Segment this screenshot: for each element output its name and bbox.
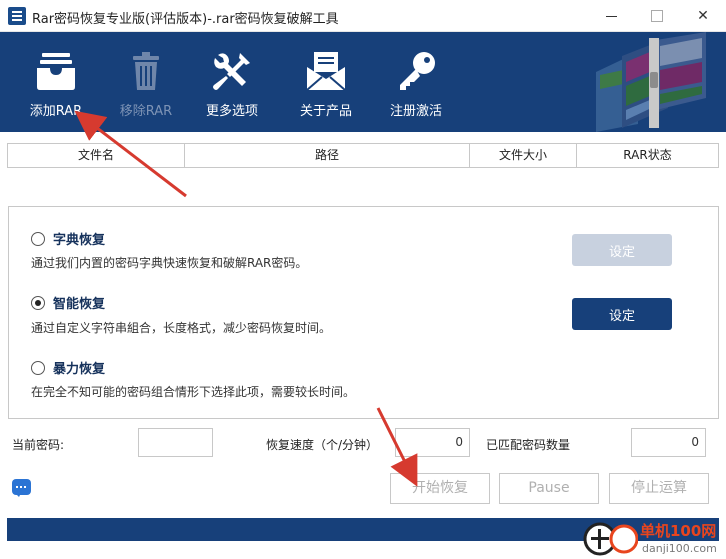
smart-recovery-title: 智能恢复	[53, 297, 106, 312]
recovery-speed-label: 恢复速度（个/分钟）	[266, 438, 379, 452]
remove-rar-label: 移除RAR	[119, 104, 173, 119]
envelope-icon	[303, 48, 349, 94]
register-activate-label: 注册激活	[389, 104, 442, 119]
recovery-options-panel: 字典恢复 通过我们内置的密码字典快速恢复和破解RAR密码。 设定 智能恢复 通过…	[8, 206, 719, 419]
file-table-header: 文件名 路径 文件大小 RAR状态	[7, 143, 719, 168]
inbox-tray-icon	[33, 48, 79, 94]
more-options-button[interactable]: 更多选项	[196, 32, 268, 132]
brute-force-recovery-option[interactable]: 暴力恢复	[31, 358, 105, 377]
app-icon	[8, 7, 26, 25]
recovery-speed-field: 0	[395, 428, 470, 457]
about-product-label: 关于产品	[299, 104, 352, 119]
current-password-label: 当前密码:	[12, 438, 65, 452]
start-recovery-button[interactable]: 开始恢复	[390, 473, 490, 504]
about-product-button[interactable]: 关于产品	[290, 32, 362, 132]
toolbar: 添加RAR 移除RAR 更多选项 关于产品 注册激活	[0, 32, 726, 132]
dictionary-recovery-description: 通过我们内置的密码字典快速恢复和破解RAR密码。	[31, 256, 308, 270]
more-options-label: 更多选项	[205, 104, 258, 119]
brute-force-recovery-radio[interactable]	[31, 360, 45, 375]
smart-recovery-radio[interactable]	[31, 295, 45, 310]
window-title: Rar密码恢复专业版(评估版本)-.rar密码恢复破解工具	[32, 12, 339, 27]
add-rar-label: 添加RAR	[29, 104, 83, 119]
pause-button[interactable]: Pause	[499, 473, 599, 504]
column-path[interactable]: 路径	[185, 144, 470, 167]
current-password-field	[138, 428, 213, 457]
add-rar-button[interactable]: 添加RAR	[20, 32, 92, 132]
winrar-books-icon	[586, 32, 726, 132]
site-watermark: 单机100网 danji100.com	[580, 518, 726, 559]
column-file-name[interactable]: 文件名	[8, 144, 185, 167]
key-icon	[393, 48, 439, 94]
chat-bubble-icon[interactable]	[12, 479, 31, 497]
trash-icon	[123, 48, 169, 94]
watermark-site-name: 单机100网	[640, 522, 717, 540]
dictionary-recovery-option[interactable]: 字典恢复	[31, 229, 105, 248]
brute-force-recovery-description: 在完全不知可能的密码组合情形下选择此项，需要较长时间。	[31, 385, 356, 399]
dictionary-recovery-radio[interactable]	[31, 231, 45, 246]
close-button[interactable]: ✕	[680, 0, 726, 32]
smart-recovery-option[interactable]: 智能恢复	[31, 293, 105, 312]
dictionary-recovery-title: 字典恢复	[53, 233, 106, 248]
remove-rar-button[interactable]: 移除RAR	[110, 32, 182, 132]
dictionary-settings-button[interactable]: 设定	[572, 234, 672, 266]
brute-force-recovery-title: 暴力恢复	[53, 362, 106, 377]
minimize-button[interactable]	[588, 0, 634, 32]
watermark-logo	[583, 522, 638, 556]
column-rar-status[interactable]: RAR状态	[577, 144, 718, 167]
smart-settings-button[interactable]: 设定	[572, 298, 672, 330]
matched-count-field: 0	[631, 428, 706, 457]
tools-icon	[209, 48, 255, 94]
watermark-domain: danji100.com	[642, 542, 717, 555]
maximize-button[interactable]	[634, 0, 680, 32]
smart-recovery-description: 通过自定义字符串組合，长度格式，减少密码恢复时间。	[31, 321, 332, 335]
register-activate-button[interactable]: 注册激活	[380, 32, 452, 132]
title-bar: Rar密码恢复专业版(评估版本)-.rar密码恢复破解工具 ✕	[0, 0, 726, 32]
matched-count-label: 已匹配密码数量	[486, 438, 571, 452]
column-file-size[interactable]: 文件大小	[470, 144, 577, 167]
stop-button[interactable]: 停止运算	[609, 473, 709, 504]
